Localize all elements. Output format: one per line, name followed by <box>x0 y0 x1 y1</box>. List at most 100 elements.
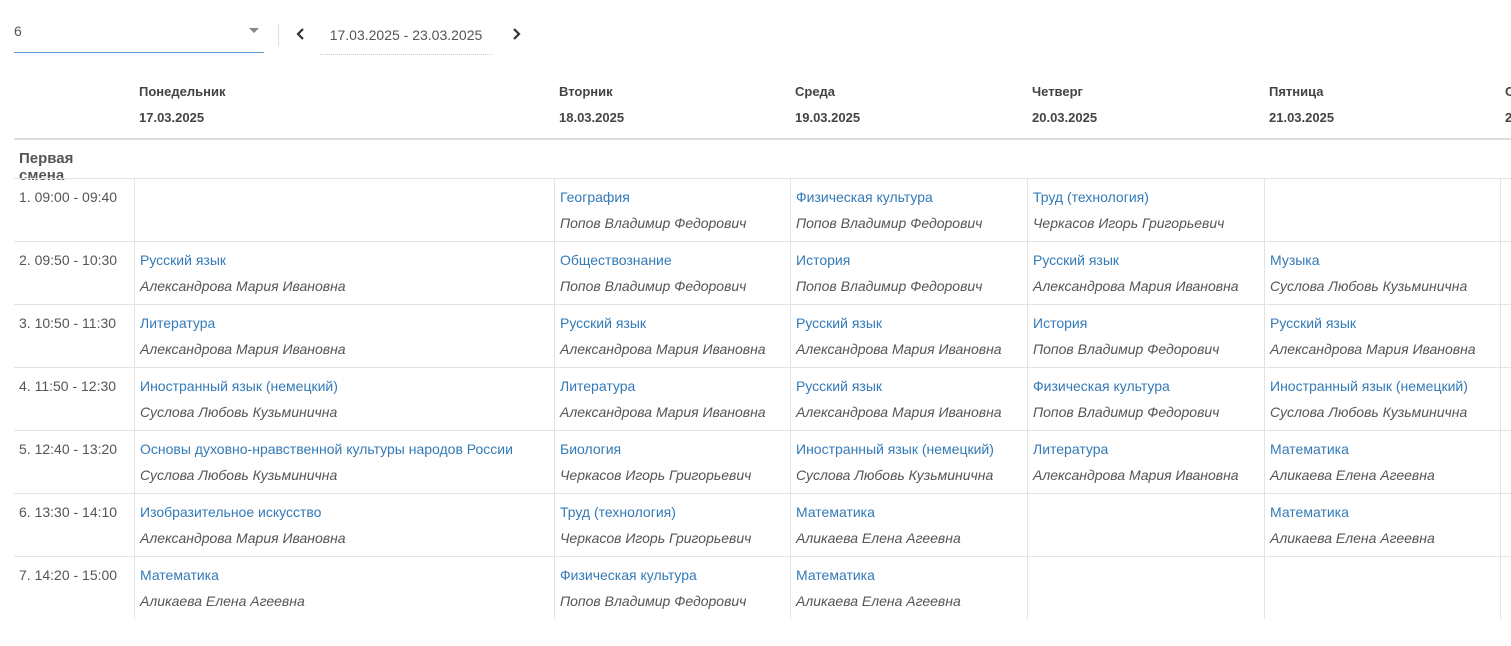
teacher-name: Попов Владимир Федорович <box>1033 404 1220 420</box>
period-time: 2. 09:50 - 10:30 <box>19 252 118 268</box>
subject-link[interactable]: Физическая культура <box>1033 378 1219 394</box>
lesson-cell: Музыка Суслова Любовь Кузьминична <box>1264 242 1501 305</box>
day-header-row: Понедельник 17.03.2025 Вторник 18.03.2025 Ср… <box>14 78 1511 140</box>
teacher-name: Суслова Любовь Кузьминична <box>140 467 338 483</box>
lesson: Основы духовно-нравственной культуры нар… <box>140 441 513 483</box>
period-time: 3. 10:50 - 11:30 <box>19 315 117 331</box>
teacher-name: Александрова Мария Ивановна <box>140 278 346 294</box>
teacher-name: Попов Владимир Федорович <box>560 593 747 609</box>
lesson-cell: История Попов Владимир Федорович <box>1027 305 1265 368</box>
period-row: 1. 09:00 - 09:40 География Попов Владимир … <box>14 178 1511 242</box>
lesson-cell: Иностранный язык (немецкий) Суслова Любов… <box>134 368 555 431</box>
lesson: Иностранный язык (немецкий) Суслова Любов… <box>140 378 338 420</box>
teacher-name: Александрова Мария Ивановна <box>796 341 1002 357</box>
subject-link[interactable]: Математика <box>796 567 961 583</box>
subject-link[interactable]: Изобразительное искусство <box>140 504 346 520</box>
subject-link[interactable]: Иностранный язык (немецкий) <box>1270 378 1468 394</box>
lesson-cell: Русский язык Александрова Мария Ивановна <box>790 305 1028 368</box>
subject-link[interactable]: Иностранный язык (немецкий) <box>796 441 994 457</box>
chevron-left-icon <box>296 28 304 40</box>
teacher-name: Александрова Мария Ивановна <box>140 341 346 357</box>
prev-week-button[interactable] <box>293 24 309 44</box>
subject-link[interactable]: История <box>796 252 982 268</box>
lesson-cell <box>1264 557 1501 619</box>
subject-link[interactable]: Иностранный язык (немецкий) <box>140 378 338 394</box>
lesson: Обществознание Попов Владимир Федорович <box>560 252 746 294</box>
subject-link[interactable]: Математика <box>796 504 961 520</box>
lesson-cell <box>1027 557 1265 619</box>
subject-link[interactable]: Русский язык <box>140 252 346 268</box>
subject-link[interactable]: Математика <box>1270 441 1435 457</box>
subject-link[interactable]: Математика <box>140 567 305 583</box>
subject-link[interactable]: Литература <box>140 315 346 331</box>
next-week-button[interactable] <box>508 24 524 44</box>
lesson: Русский язык Александрова Мария Ивановна <box>1033 252 1239 294</box>
day-date: 21.03.2025 <box>1269 110 1335 125</box>
teacher-name: Александрова Мария Ивановна <box>140 530 346 546</box>
week-range[interactable]: 17.03.2025 - 23.03.2025 <box>320 14 492 55</box>
period-row: 5. 12:40 - 13:20 Основы духовно-нравствен… <box>14 430 1511 494</box>
time-cell: 5. 12:40 - 13:20 <box>14 431 134 494</box>
subject-link[interactable]: Основы духовно-нравственной культуры нар… <box>140 441 513 457</box>
subject-link[interactable]: Математика <box>1270 504 1435 520</box>
subject-link[interactable]: Труд (технология) <box>1033 189 1224 205</box>
lesson: География Попов Владимир Федорович <box>560 189 746 231</box>
teacher-name: Александрова Мария Ивановна <box>560 341 766 357</box>
lesson-cell <box>1264 179 1501 242</box>
subject-link[interactable]: Биология <box>560 441 751 457</box>
lesson-cell <box>1500 179 1511 242</box>
teacher-name: Аликаева Елена Агеевна <box>1270 467 1435 483</box>
lesson: Иностранный язык (немецкий) Суслова Любов… <box>796 441 994 483</box>
lesson-cell: Математика Аликаева Елена Агеевна <box>1264 431 1501 494</box>
subject-link[interactable]: Русский язык <box>560 315 766 331</box>
period-row: 2. 09:50 - 10:30 Русский язык Александрова… <box>14 241 1511 305</box>
lesson-cell: Литература Александрова Мария Ивановна <box>1027 431 1265 494</box>
subject-link[interactable]: Русский язык <box>796 378 1002 394</box>
teacher-name: Александрова Мария Ивановна <box>796 404 1002 420</box>
lesson: Труд (технология) Черкасов Игорь Григорье… <box>560 504 751 546</box>
teacher-name: Александрова Мария Ивановна <box>1270 341 1476 357</box>
lesson: Биология Черкасов Игорь Григорьевич <box>560 441 751 483</box>
subject-link[interactable]: География <box>560 189 746 205</box>
period-row: 3. 10:50 - 11:30 Литература Александрова М… <box>14 304 1511 368</box>
subject-link[interactable]: Труд (технология) <box>560 504 751 520</box>
day-date: 19.03.2025 <box>795 110 861 125</box>
day-header: Среда 19.03.2025 <box>795 84 860 126</box>
teacher-name: Попов Владимир Федорович <box>560 215 747 231</box>
teacher-name: Аликаева Елена Агеевна <box>796 530 961 546</box>
teacher-name: Суслова Любовь Кузьминична <box>796 467 994 483</box>
lesson-cell: Математика Аликаева Елена Агеевна <box>790 494 1028 557</box>
lesson: Изобразительное искусство Александрова Ма… <box>140 504 346 546</box>
subject-link[interactable]: Русский язык <box>1270 315 1476 331</box>
lesson-cell <box>1500 368 1511 431</box>
toolbar-divider <box>278 24 279 46</box>
subject-link[interactable]: Русский язык <box>1033 252 1239 268</box>
subject-link[interactable]: Физическая культура <box>796 189 982 205</box>
lesson: Русский язык Александрова Мария Ивановна <box>560 315 766 357</box>
teacher-name: Аликаева Елена Агеевна <box>796 593 961 609</box>
lesson-cell <box>1500 242 1511 305</box>
subject-link[interactable]: Физическая культура <box>560 567 746 583</box>
lesson-cell: Изобразительное искусство Александрова Ма… <box>134 494 555 557</box>
day-name: Среда <box>795 84 836 99</box>
lesson: Физическая культура Попов Владимир Федоро… <box>1033 378 1219 420</box>
subject-link[interactable]: История <box>1033 315 1219 331</box>
subject-link[interactable]: Обществознание <box>560 252 746 268</box>
teacher-name: Суслова Любовь Кузьминична <box>1270 404 1468 420</box>
class-select[interactable]: 6 <box>14 14 264 53</box>
lesson-cell: Литература Александрова Мария Ивановна <box>554 368 791 431</box>
day-header: Пятница 21.03.2025 <box>1269 84 1334 126</box>
teacher-name: Аликаева Елена Агеевна <box>1270 530 1435 546</box>
lesson-cell <box>1500 431 1511 494</box>
subject-link[interactable]: Литература <box>1033 441 1239 457</box>
lesson-cell: Биология Черкасов Игорь Григорьевич <box>554 431 791 494</box>
lesson: Труд (технология) Черкасов Игорь Григорье… <box>1033 189 1224 231</box>
subject-link[interactable]: Музыка <box>1270 252 1467 268</box>
lesson-cell: Физическая культура Попов Владимир Федоро… <box>554 557 791 619</box>
subject-link[interactable]: Русский язык <box>796 315 1002 331</box>
subject-link[interactable]: Литература <box>560 378 766 394</box>
lesson: Русский язык Александрова Мария Ивановна <box>796 315 1002 357</box>
lesson-cell: Обществознание Попов Владимир Федорович <box>554 242 791 305</box>
lesson: Математика Аликаева Елена Агеевна <box>140 567 305 609</box>
teacher-name: Попов Владимир Федорович <box>560 278 747 294</box>
